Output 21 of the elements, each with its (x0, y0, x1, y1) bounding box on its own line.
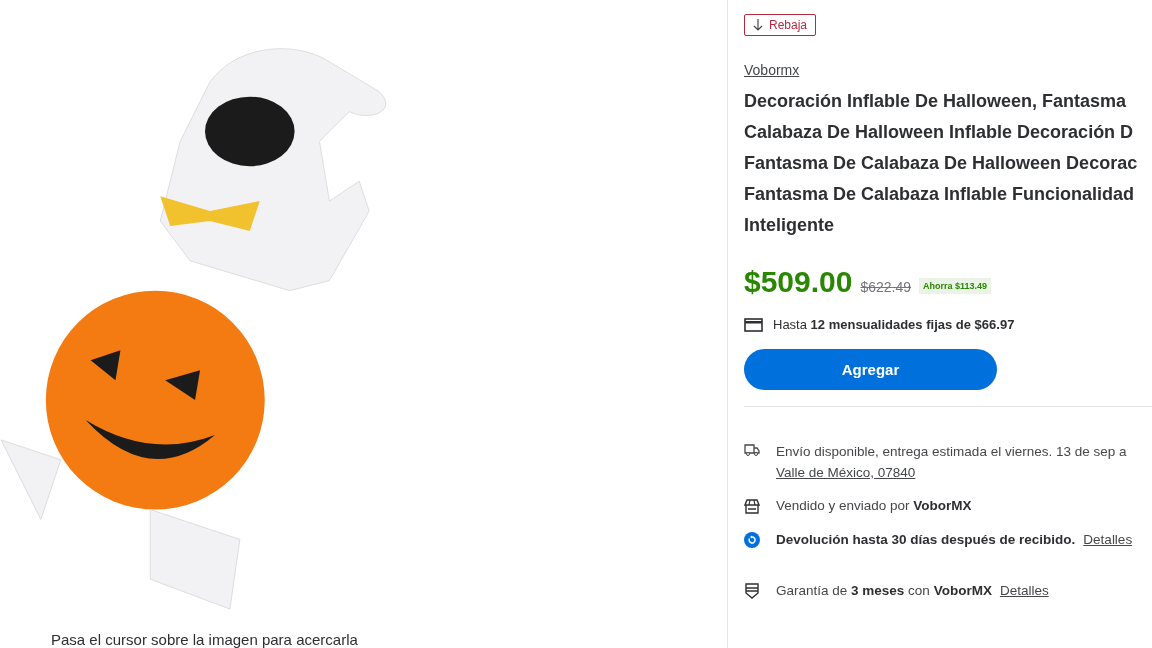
add-to-cart-button[interactable]: Agregar (744, 349, 997, 390)
info-text: Garantía de 3 meses con VoborMX (776, 582, 992, 600)
info-text: Vendido y enviado por VoborMX (776, 497, 972, 515)
store-icon (744, 498, 760, 514)
savings-tag: Ahorra $113.49 (919, 278, 992, 294)
brand-link[interactable]: Vobormx (744, 62, 1152, 78)
truck-icon (744, 444, 760, 456)
details-link[interactable]: Detalles (1083, 529, 1133, 550)
original-price: $622.49 (860, 279, 912, 295)
current-price: $509.00 (744, 265, 853, 299)
sale-badge: Rebaja (744, 14, 817, 36)
credit-card-icon (744, 317, 763, 332)
info-text: Devolución hasta 30 días después de recibido. (776, 531, 1076, 549)
info-text: Envío disponible, entrega estimada el viernes. 13 de sep a (776, 443, 1127, 461)
shield-icon (744, 583, 760, 599)
details-link[interactable]: Detalles (999, 580, 1049, 601)
installments-text: Hasta 12 mensualidades fijas de $66.97 (773, 317, 1015, 332)
zoom-hint: Pasa el cursor sobre la imagen para acercarla (51, 631, 359, 648)
return-icon (744, 532, 760, 548)
location-link[interactable]: Valle de México, 07840 (776, 462, 1127, 483)
product-title: Decoración Inflable De Halloween, Fantasma Calabaza De Halloween Inflable Decoración D Fantasma De Calabaza De Halloween Decorac Fantasma De Calabaza Inflable Funcionalidad Inteligente (744, 90, 1139, 237)
